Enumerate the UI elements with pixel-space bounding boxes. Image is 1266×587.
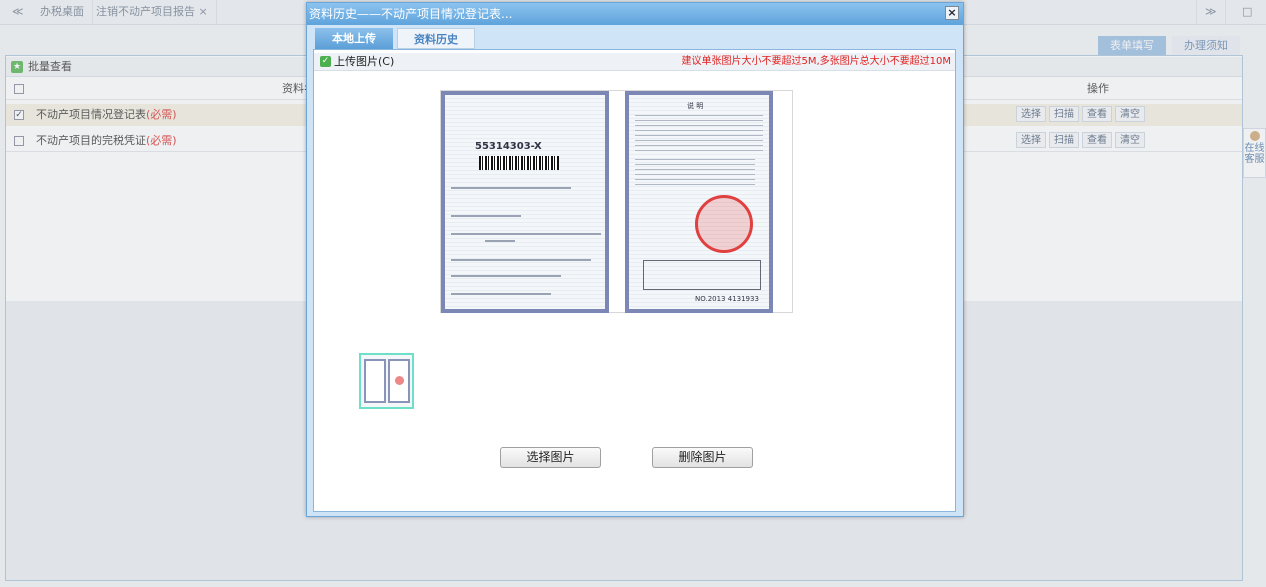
cert-heading: 说 明 [687, 102, 704, 110]
select-image-button[interactable]: 选择图片 [500, 447, 601, 468]
image-preview: 55314303-X 说 明 NO.2013 4131933 [440, 90, 793, 313]
cert-code: 55314303-X [475, 141, 542, 152]
tab-material-history[interactable]: 资料历史 [397, 28, 475, 49]
upload-header: ✓ 上传图片(C) 建议单张图片大小不要超过5M,多张图片总大小不要超过10M [314, 53, 955, 71]
close-icon[interactable]: × [945, 6, 959, 20]
cert-number: NO.2013 4131933 [695, 295, 759, 303]
image-thumbnail[interactable] [359, 353, 414, 409]
checkbox-icon[interactable]: ✓ [320, 56, 331, 67]
certificate-front: 55314303-X [441, 91, 609, 313]
certificate-back: 说 明 NO.2013 4131933 [625, 91, 773, 313]
barcode [479, 156, 559, 170]
tab-local-upload[interactable]: 本地上传 [315, 28, 393, 49]
red-seal [695, 195, 753, 253]
size-hint: 建议单张图片大小不要超过5M,多张图片总大小不要超过10M [681, 56, 951, 67]
dialog-title: 资料历史——不动产项目情况登记表... [307, 3, 963, 25]
delete-image-button[interactable]: 删除图片 [652, 447, 753, 468]
upload-content: ✓ 上传图片(C) 建议单张图片大小不要超过5M,多张图片总大小不要超过10M … [313, 49, 956, 512]
upload-label: 上传图片(C) [334, 55, 395, 68]
history-dialog: 资料历史——不动产项目情况登记表... × 本地上传 资料历史 ✓ 上传图片(C… [306, 2, 964, 517]
